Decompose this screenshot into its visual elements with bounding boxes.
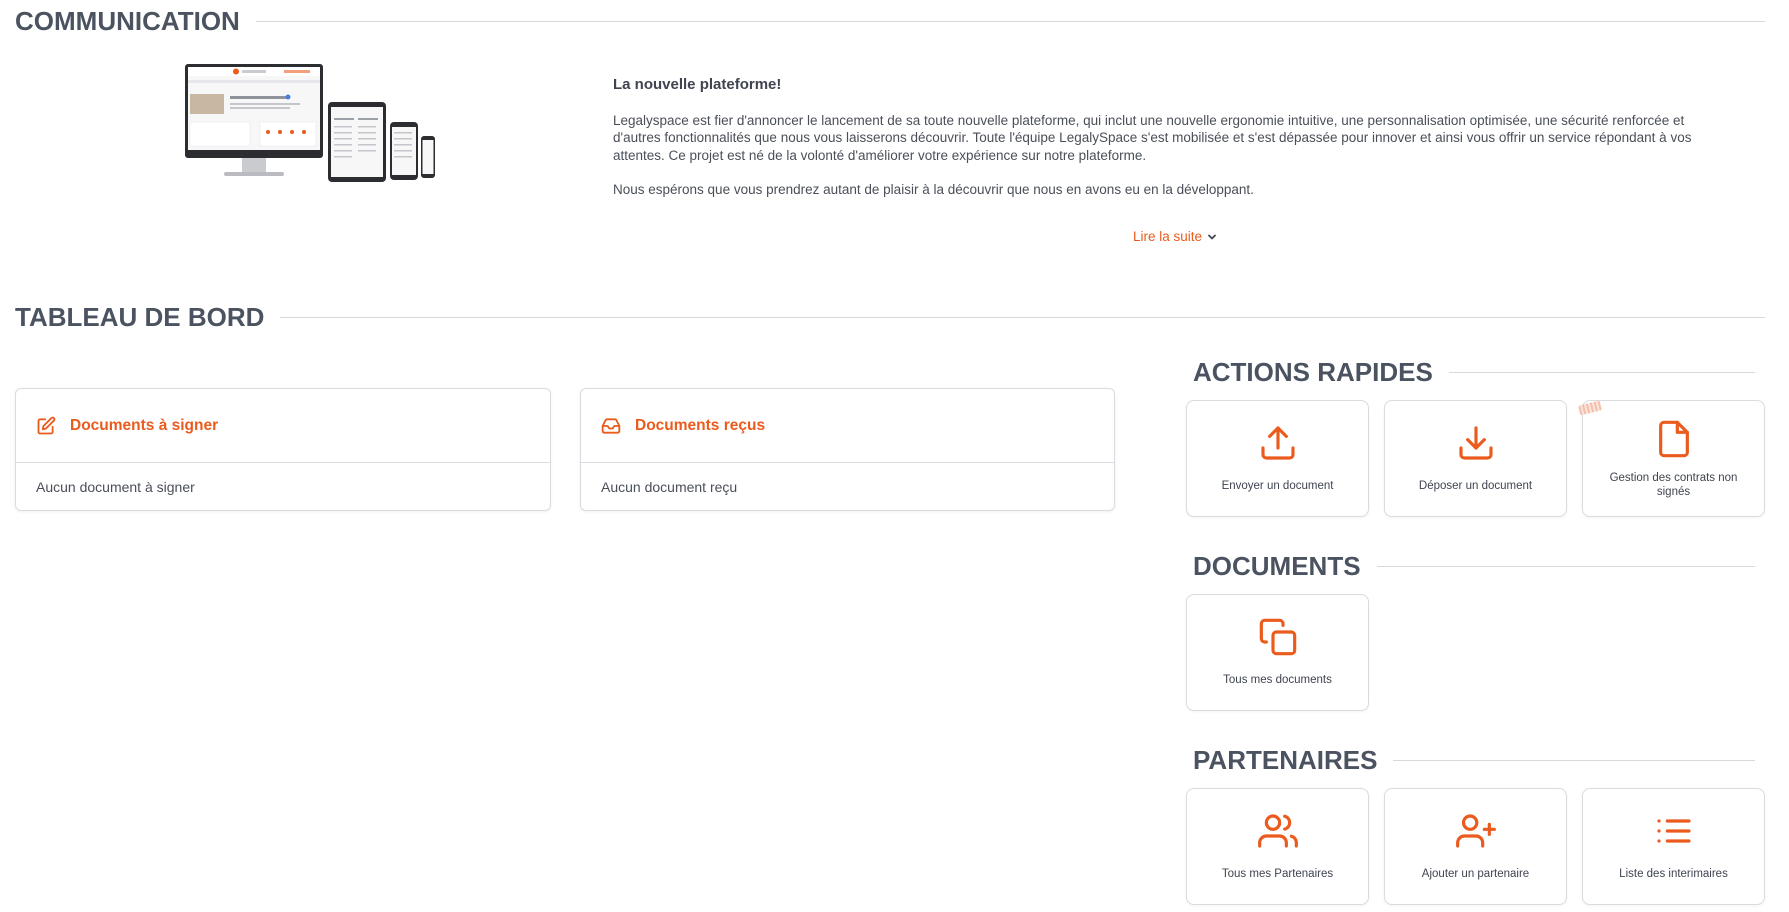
tile-label: Envoyer un document (1221, 480, 1334, 492)
upload-icon (1260, 426, 1295, 460)
tile-label: Liste des interimaires (1619, 868, 1728, 880)
add-partner-tile[interactable]: Ajouter un partenaire (1384, 788, 1567, 905)
list-icon (1656, 819, 1691, 843)
article-paragraph: Nous espérons que vous prendrez autant d… (613, 182, 1254, 197)
send-document-tile[interactable]: Envoyer un document (1186, 400, 1369, 517)
section-divider (255, 21, 1765, 22)
documents-to-sign-card[interactable]: Documents à signer Aucun document à sign… (15, 388, 551, 511)
communication-heading: COMMUNICATION (15, 6, 240, 36)
documents-heading: DOCUMENTS (1193, 551, 1361, 581)
card-header: Documents à signer (16, 389, 550, 463)
read-more-label: Lire la suite (1133, 229, 1203, 244)
card-title: Documents reçus (635, 416, 766, 434)
edit-icon (37, 416, 56, 434)
file-icon (1658, 420, 1689, 458)
card-header: Documents reçus (581, 389, 1114, 463)
dashboard-section-header: TABLEAU DE BORD (15, 302, 1765, 333)
partners-heading: PARTENAIRES (1193, 745, 1378, 775)
tile-label: Tous mes Partenaires (1221, 868, 1334, 880)
copy-icon (1259, 618, 1296, 656)
temp-workers-list-tile[interactable]: Liste des interimaires (1582, 788, 1765, 905)
unsigned-contracts-tile[interactable]: Gestion des contrats non signés (1582, 400, 1765, 517)
section-divider (280, 317, 1765, 318)
section-divider (1448, 372, 1755, 373)
user-plus-icon (1455, 814, 1496, 848)
quick-actions-section-header: ACTIONS RAPIDES (1193, 357, 1755, 388)
tile-label: Déposer un document (1418, 480, 1533, 492)
section-divider (1393, 760, 1755, 761)
communication-article: La nouvelle plateforme! Legalyspace est … (613, 76, 1723, 216)
card-empty-message: Aucun document à signer (36, 479, 195, 495)
card-title: Documents à signer (70, 416, 219, 434)
communication-section-header: COMMUNICATION (15, 6, 1765, 37)
deposit-document-tile[interactable]: Déposer un document (1384, 400, 1567, 517)
chevron-down-icon (1208, 234, 1216, 239)
documents-section-header: DOCUMENTS (1193, 551, 1755, 582)
download-icon (1458, 426, 1493, 460)
inbox-icon (601, 417, 621, 434)
tile-label: Gestion des contrats non signés (1609, 472, 1738, 498)
all-partners-tile[interactable]: Tous mes Partenaires (1186, 788, 1369, 905)
dashboard-heading: TABLEAU DE BORD (15, 302, 265, 332)
users-icon (1257, 814, 1298, 848)
partners-section-header: PARTENAIRES (1193, 745, 1755, 776)
quick-actions-heading: ACTIONS RAPIDES (1193, 357, 1433, 387)
card-empty-message: Aucun document reçu (601, 479, 738, 495)
read-more-link[interactable]: Lire la suite (1133, 229, 1217, 244)
platform-devices-illustration (185, 64, 435, 182)
article-title: La nouvelle plateforme! (613, 76, 782, 93)
documents-received-card[interactable]: Documents reçus Aucun document reçu (580, 388, 1115, 511)
section-divider (1376, 566, 1755, 567)
tile-label: Tous mes documents (1223, 674, 1332, 686)
tile-label: Ajouter un partenaire (1421, 868, 1530, 880)
all-documents-tile[interactable]: Tous mes documents (1186, 594, 1369, 711)
article-paragraph: Legalyspace est fier d'annoncer le lance… (613, 112, 1692, 163)
